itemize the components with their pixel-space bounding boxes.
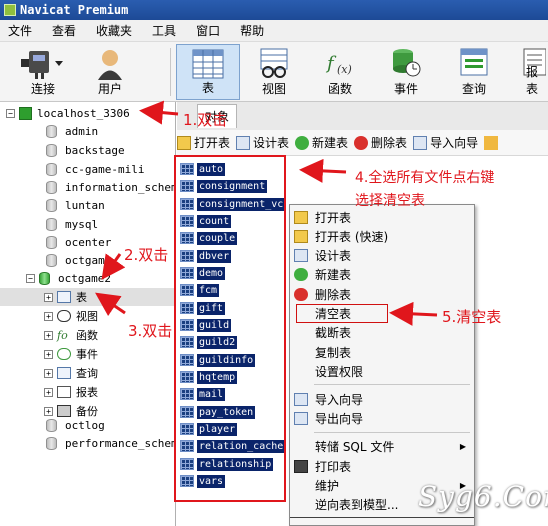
- annotation-step-4-line1: 4.全选所有文件点右键: [355, 170, 495, 186]
- annotation-arrows: [95, 100, 438, 326]
- annotation-step-5: 5.清空表: [442, 308, 502, 326]
- annotation-step-4-line2: 选择清空表: [355, 193, 425, 209]
- annotation-step-3: 3.双击: [128, 322, 173, 340]
- annotation-step-1: 1.双击: [183, 111, 228, 129]
- watermark: Syg6.Com: [418, 480, 548, 513]
- annotation-step-2: 2.双击: [124, 246, 169, 264]
